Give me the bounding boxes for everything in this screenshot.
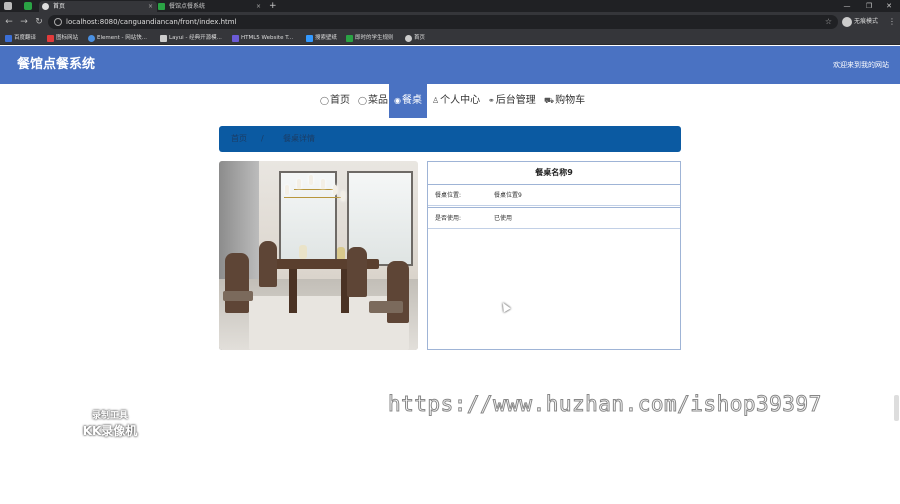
bookmark-item[interactable]: 首页 — [405, 32, 425, 45]
bookmark-item[interactable]: HTML5 Website T... — [232, 32, 293, 45]
browser-tab[interactable]: 餐馆点餐系统 × — [155, 1, 265, 12]
browser-toolbar: ← → ↻ localhost:8080/canguandiancan/fron… — [0, 12, 900, 32]
nav-item-cart[interactable]: ⛟购物车 — [544, 84, 585, 118]
bookmark-icon — [346, 35, 353, 42]
table-name: 餐桌名称9 — [535, 168, 573, 177]
bookmarks-bar: 百度翻译 图标网站 Element - 网站快... Layui - 经典开源模… — [0, 32, 900, 45]
avatar — [842, 17, 852, 27]
bookmark-icon — [232, 35, 239, 42]
browser-tab-bar: 首页 × 餐馆点餐系统 × + — ❐ ✕ — [0, 0, 900, 12]
site-info-icon[interactable] — [54, 18, 62, 26]
nav-label: 后台管理 — [495, 95, 536, 106]
breadcrumb-separator: / — [261, 134, 264, 143]
recorder-label-bottom: KK录像机 — [82, 424, 138, 438]
user-icon: ♙ — [432, 96, 440, 105]
tab-label: 餐馆点餐系统 — [169, 3, 206, 10]
tab-favicon-icon — [42, 3, 49, 10]
dish-icon: ◯ — [358, 96, 367, 105]
new-tab-button[interactable]: + — [266, 1, 280, 12]
table-icon: ◉ — [394, 96, 401, 105]
bookmark-icon — [160, 35, 167, 42]
browser-tab[interactable]: 首页 × — [39, 1, 157, 12]
profile-button[interactable]: 无痕模式 — [842, 16, 878, 28]
breadcrumb: 首页 / 餐桌详情 — [219, 126, 681, 152]
detail-value: 餐桌位置9 — [494, 192, 522, 199]
site-header: 餐馆点餐系统 欢迎来到我的网站 — [0, 46, 900, 84]
watermark-text: https://www.huzhan.com/ishop39397 — [388, 392, 822, 417]
detail-label: 餐桌位置: — [435, 192, 462, 199]
bookmark-item[interactable]: Element - 网站快... — [88, 32, 147, 45]
bookmark-label: Layui - 经典开源模... — [169, 35, 222, 41]
nav-item-tables[interactable]: ◉餐桌 — [389, 84, 427, 118]
close-window-icon[interactable]: ✕ — [878, 0, 900, 12]
profile-label: 无痕模式 — [854, 18, 879, 25]
bookmark-label: 即时的学生规则 — [355, 35, 394, 41]
nav-label: 个人中心 — [440, 95, 481, 106]
bookmark-icon — [88, 35, 95, 42]
bookmark-star-icon[interactable]: ☆ — [825, 15, 832, 29]
detail-row: 是否使用: 已使用 — [428, 207, 680, 229]
more-menu-icon[interactable]: ⋮ — [888, 16, 896, 28]
nav-label: 菜品 — [367, 95, 388, 106]
detail-row: 餐桌位置: 餐桌位置9 — [428, 184, 680, 206]
bookmark-item[interactable]: Layui - 经典开源模... — [160, 32, 222, 45]
welcome-text: 欢迎来到我的网站 — [833, 61, 889, 69]
page-scrollbar[interactable] — [894, 395, 899, 421]
nav-item-dishes[interactable]: ◯菜品 — [358, 84, 388, 118]
pinned-tab-icon[interactable] — [24, 2, 32, 10]
cart-icon: ⛟ — [544, 96, 555, 105]
close-tab-icon[interactable]: × — [256, 1, 261, 12]
home-icon: ◯ — [320, 96, 329, 105]
tab-favicon-icon — [158, 3, 165, 10]
address-bar[interactable]: localhost:8080/canguandiancan/front/inde… — [48, 15, 838, 29]
main-nav: ◯首页 ◯菜品 ◉餐桌 ♙个人中心 ⚭后台管理 ⛟购物车 — [0, 84, 900, 118]
bookmark-label: 搜索壁纸 — [315, 35, 338, 41]
bookmark-item[interactable]: 搜索壁纸 — [306, 32, 337, 45]
reload-icon[interactable]: ↻ — [33, 15, 45, 29]
breadcrumb-current: 餐桌详情 — [283, 134, 315, 143]
bookmark-icon — [306, 35, 313, 42]
nav-item-admin[interactable]: ⚭后台管理 — [488, 84, 536, 118]
bookmark-icon — [5, 35, 12, 42]
back-icon[interactable]: ← — [3, 15, 15, 29]
bookmark-label: HTML5 Website T... — [241, 35, 294, 41]
bookmark-label: Element - 网站快... — [97, 35, 147, 41]
bookmark-item[interactable]: 图标网站 — [47, 32, 78, 45]
bookmark-label: 百度翻译 — [14, 35, 37, 41]
table-detail-panel: 餐桌名称9 餐桌位置: 餐桌位置9 是否使用: 已使用 — [427, 161, 681, 350]
minimize-icon[interactable]: — — [836, 0, 858, 12]
tab-label: 首页 — [53, 3, 66, 10]
site-title: 餐馆点餐系统 — [17, 57, 96, 72]
url-text: localhost:8080/canguandiancan/front/inde… — [66, 18, 237, 26]
maximize-icon[interactable]: ❐ — [858, 0, 880, 12]
pinned-tab-icon[interactable] — [4, 2, 12, 10]
close-tab-icon[interactable]: × — [148, 1, 153, 12]
bookmark-icon — [405, 35, 412, 42]
link-icon: ⚭ — [488, 96, 495, 105]
nav-label: 餐桌 — [401, 95, 422, 106]
nav-item-profile[interactable]: ♙个人中心 — [432, 84, 480, 118]
breadcrumb-home-link[interactable]: 首页 — [231, 126, 247, 152]
bookmark-label: 首页 — [414, 35, 426, 41]
nav-item-home[interactable]: ◯首页 — [320, 84, 350, 118]
recorder-label-top: 录制工具 — [91, 411, 128, 421]
bookmark-label: 图标网站 — [56, 35, 79, 41]
nav-label: 购物车 — [555, 95, 586, 106]
bookmark-item[interactable]: 即时的学生规则 — [346, 32, 394, 45]
bookmark-icon — [47, 35, 54, 42]
detail-label: 是否使用: — [435, 215, 462, 222]
forward-icon[interactable]: → — [18, 15, 30, 29]
bookmark-item[interactable]: 百度翻译 — [5, 32, 36, 45]
detail-value: 已使用 — [494, 215, 513, 222]
nav-label: 首页 — [329, 95, 350, 106]
table-photo — [219, 161, 418, 350]
